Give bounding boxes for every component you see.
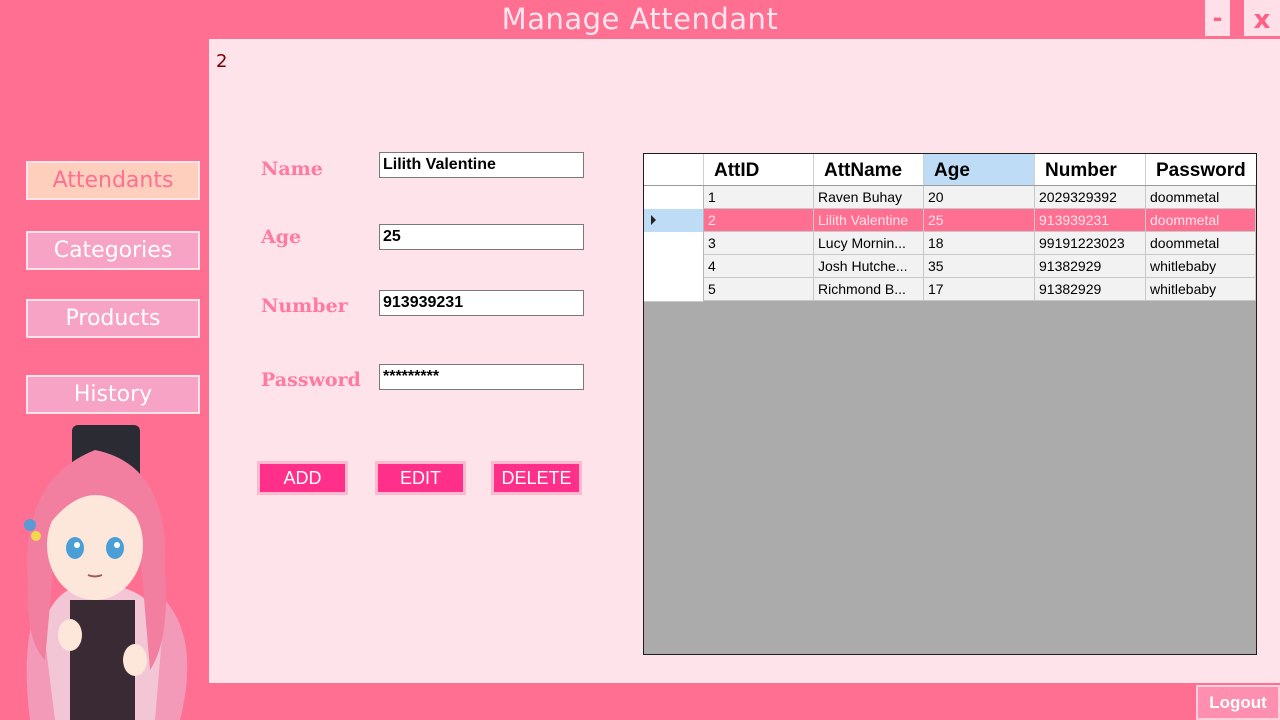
name-input[interactable]: Lilith Valentine — [379, 152, 584, 178]
table-row[interactable]: 3 Lucy Mornin... 18 99191223023 doommeta… — [644, 232, 1256, 256]
delete-button[interactable]: DELETE — [491, 461, 582, 495]
table-cell[interactable]: 99191223023 — [1035, 232, 1146, 255]
password-input[interactable]: ********* — [379, 364, 584, 390]
column-header-number[interactable]: Number — [1035, 154, 1146, 185]
table-row-selected[interactable]: 2 Lilith Valentine 25 913939231 doommeta… — [644, 209, 1256, 233]
table-cell[interactable]: 91382929 — [1035, 255, 1146, 278]
number-label: Number — [261, 295, 348, 317]
add-button[interactable]: ADD — [257, 461, 348, 495]
table-cell[interactable]: Richmond B... — [814, 278, 924, 301]
number-input[interactable]: 913939231 — [379, 290, 584, 316]
column-header-age[interactable]: Age — [924, 154, 1035, 185]
table-cell[interactable]: 4 — [704, 255, 814, 278]
table-cell[interactable]: 1 — [704, 186, 814, 209]
table-cell[interactable]: 17 — [924, 278, 1035, 301]
attendants-table[interactable]: AttID AttName Age Number Password 1 Rave… — [643, 153, 1257, 655]
table-cell[interactable]: whitlebaby — [1146, 278, 1256, 301]
table-cell[interactable]: Raven Buhay — [814, 186, 924, 209]
table-cell[interactable]: 18 — [924, 232, 1035, 255]
table-row[interactable]: 1 Raven Buhay 20 2029329392 doommetal — [644, 186, 1256, 210]
edit-button[interactable]: EDIT — [375, 461, 466, 495]
table-cell[interactable]: Josh Hutche... — [814, 255, 924, 278]
column-header-attid[interactable]: AttID — [704, 154, 814, 185]
table-cell[interactable]: 3 — [704, 232, 814, 255]
table-cell[interactable]: doommetal — [1146, 209, 1256, 232]
table-cell[interactable]: Lucy Mornin... — [814, 232, 924, 255]
table-cell[interactable]: doommetal — [1146, 186, 1256, 209]
table-cell[interactable]: doommetal — [1146, 232, 1256, 255]
table-header: AttID AttName Age Number Password — [644, 154, 1256, 186]
name-label: Name — [261, 158, 323, 180]
table-row[interactable]: 5 Richmond B... 17 91382929 whitlebaby — [644, 278, 1256, 302]
table-cell[interactable]: 2 — [704, 209, 814, 232]
header-corner — [644, 154, 704, 185]
logout-button[interactable]: Logout — [1196, 685, 1280, 720]
age-input[interactable]: 25 — [379, 224, 584, 250]
mascot-illustration — [24, 425, 188, 720]
row-header[interactable] — [644, 232, 704, 256]
table-cell[interactable]: 35 — [924, 255, 1035, 278]
close-button[interactable]: x — [1244, 0, 1280, 36]
minimize-button[interactable]: - — [1205, 0, 1230, 36]
table-cell[interactable]: 91382929 — [1035, 278, 1146, 301]
sidebar-item-products[interactable]: Products — [26, 299, 200, 338]
table-cell[interactable]: 25 — [924, 209, 1035, 232]
column-header-attname[interactable]: AttName — [814, 154, 924, 185]
age-label: Age — [261, 226, 302, 248]
table-row[interactable]: 4 Josh Hutche... 35 91382929 whitlebaby — [644, 255, 1256, 279]
table-cell[interactable]: whitlebaby — [1146, 255, 1256, 278]
main-panel: 2 Name Lilith Valentine Age 25 Number 91… — [209, 39, 1280, 683]
row-header[interactable] — [644, 255, 704, 279]
table-cell[interactable]: 5 — [704, 278, 814, 301]
table-cell[interactable]: 913939231 — [1035, 209, 1146, 232]
row-header[interactable] — [644, 209, 704, 233]
table-cell[interactable]: Lilith Valentine — [814, 209, 924, 232]
column-header-password[interactable]: Password — [1146, 154, 1256, 185]
sidebar-item-categories[interactable]: Categories — [26, 231, 200, 270]
selected-id-label: 2 — [216, 51, 228, 72]
row-header[interactable] — [644, 186, 704, 210]
sidebar-item-history[interactable]: History — [26, 375, 200, 414]
table-cell[interactable]: 2029329392 — [1035, 186, 1146, 209]
table-cell[interactable]: 20 — [924, 186, 1035, 209]
window-title: Manage Attendant — [501, 2, 779, 36]
password-label: Password — [261, 369, 361, 391]
row-header[interactable] — [644, 278, 704, 302]
sidebar-item-attendants[interactable]: Attendants — [26, 161, 200, 200]
current-row-arrow-icon — [651, 215, 656, 225]
